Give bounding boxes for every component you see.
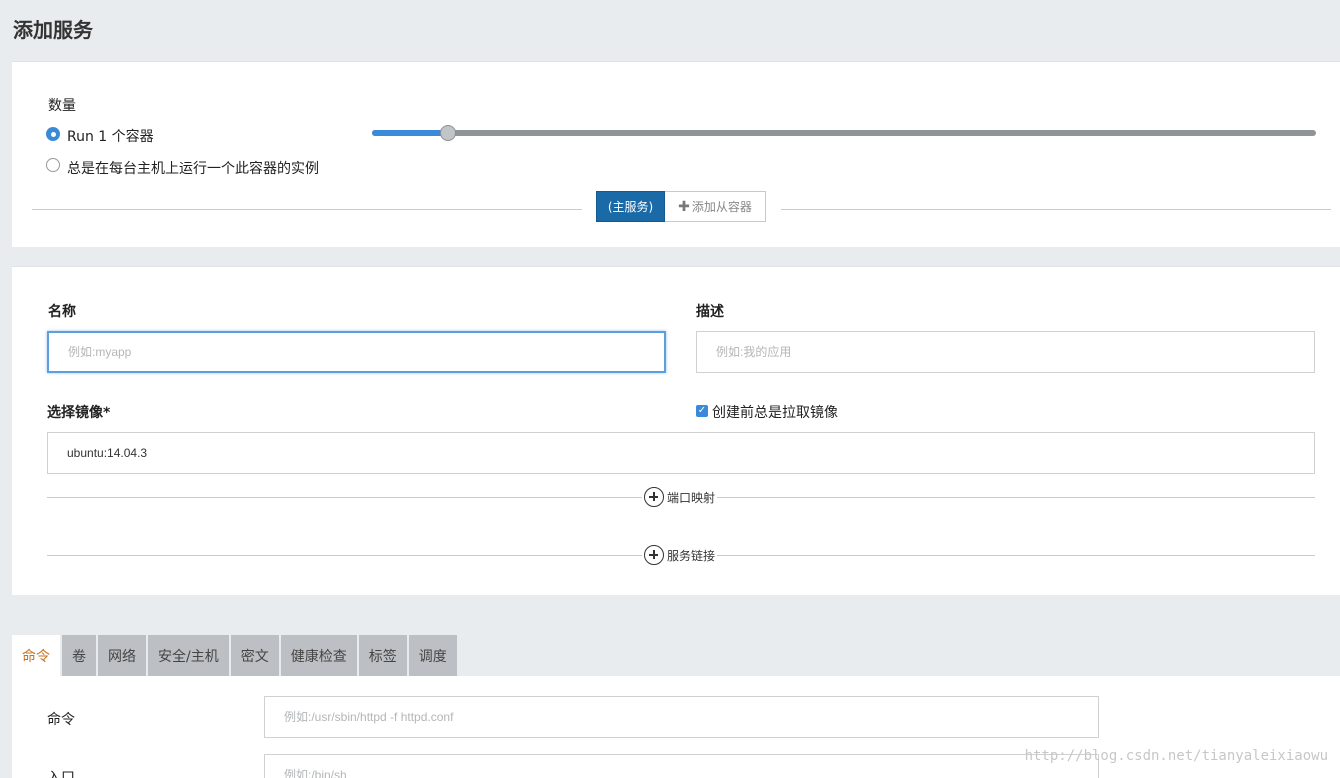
tab-0[interactable]: 命令 [12,635,60,677]
run-count-radio[interactable] [46,127,60,141]
tab-1[interactable]: 卷 [62,635,96,676]
scale-slider[interactable] [372,125,1316,141]
tab-3[interactable]: 安全/主机 [148,635,229,676]
service-links-label: 服务链接 [667,548,716,563]
port-mapping-button[interactable]: 端口映射 [642,487,718,507]
scale-slider-fill [372,130,448,136]
divider [781,209,1331,210]
primary-service-button[interactable]: (主服务) [596,191,665,222]
service-links-button[interactable]: 服务链接 [642,545,718,565]
port-mapping-label: 端口映射 [667,490,716,505]
name-label: 名称 [48,304,76,320]
watermark: http://blog.csdn.net/tianyaleixiaowu [1024,748,1328,764]
image-label: 选择镜像* [47,405,111,421]
add-circle-icon [644,487,664,507]
global-radio[interactable] [46,158,60,172]
entrypoint-label: 入口 [47,770,75,778]
tab-7[interactable]: 调度 [408,635,457,676]
scale-label: 数量 [48,98,76,114]
page-title: 添加服务 [13,18,93,42]
tab-2[interactable]: 网络 [98,635,146,676]
config-tabs: 命令卷网络 安全/主机 密文 健康检查 标签 调度 [12,635,457,677]
run-count-option-label[interactable]: Run 1 个容器 [67,126,154,146]
scale-panel: 数量 Run 1 个容器 总是在每台主机上运行一个此容器的实例 (主服务) ✚ … [12,61,1340,247]
always-pull-checkbox[interactable]: ✓ [696,405,708,417]
description-label: 描述 [696,304,724,320]
plus-icon: ✚ [678,198,690,215]
entrypoint-input[interactable] [264,754,1099,778]
command-label: 命令 [47,712,75,728]
tab-6[interactable]: 标签 [358,635,407,676]
scale-slider-handle[interactable] [439,125,456,141]
divider [32,209,582,210]
image-input[interactable] [47,432,1315,474]
add-sidekick-label: 添加从容器 [691,200,752,214]
tab-5[interactable]: 健康检查 [280,635,357,676]
service-form-panel: 名称 描述 选择镜像* ✓ 创建前总是拉取镜像 端口映射 服务链接 [12,266,1340,595]
add-sidekick-button[interactable]: ✚ 添加从容器 [665,191,766,222]
always-pull-label[interactable]: 创建前总是拉取镜像 [712,402,838,422]
name-input[interactable] [47,331,666,373]
global-option-label[interactable]: 总是在每台主机上运行一个此容器的实例 [67,158,319,178]
description-input[interactable] [696,331,1315,373]
command-input[interactable] [264,696,1099,738]
add-circle-icon [644,545,664,565]
tab-4[interactable]: 密文 [230,635,279,676]
